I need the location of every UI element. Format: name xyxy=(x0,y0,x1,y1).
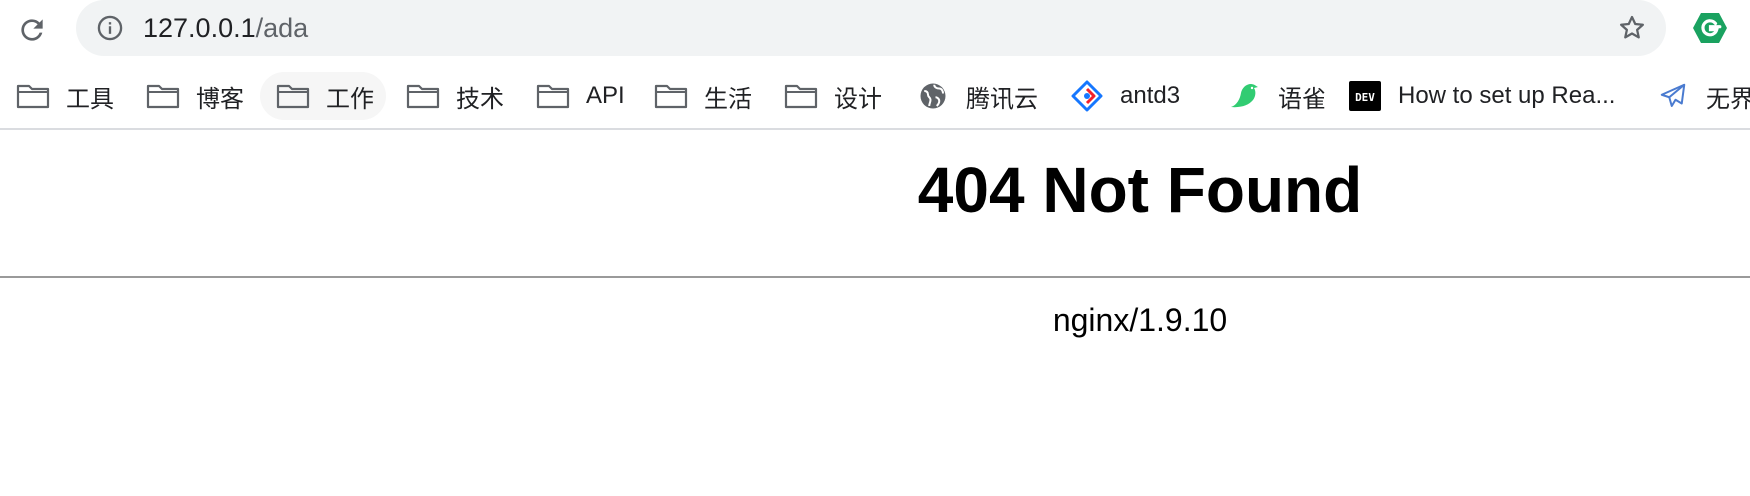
server-signature: nginx/1.9.10 xyxy=(1052,302,1228,338)
bookmark-label: 技术 xyxy=(456,85,504,113)
info-icon[interactable] xyxy=(96,14,124,42)
svg-text:DEV: DEV xyxy=(1355,91,1375,104)
bookmark-label: 工具 xyxy=(66,85,114,113)
bookmark-dev-article[interactable]: DEV How to set up Rea... xyxy=(1332,72,1627,120)
url-text[interactable]: 127.0.0.1/ada xyxy=(143,0,308,56)
browser-toolbar: 127.0.0.1/ada xyxy=(0,0,1750,64)
paper-plane-icon xyxy=(1656,81,1690,111)
url-host: 127.0.0.1 xyxy=(143,13,256,43)
bookmark-label: How to set up Rea... xyxy=(1398,82,1616,109)
bookmark-tech[interactable]: 技术 xyxy=(390,72,516,120)
bookmark-label: 无界 xyxy=(1706,85,1750,113)
folder-icon xyxy=(406,81,440,111)
yuque-bird-icon xyxy=(1228,81,1262,111)
page-heading: 404 Not Found xyxy=(917,154,1363,226)
globe-icon xyxy=(916,81,950,111)
bookmark-tools[interactable]: 工具 xyxy=(0,72,126,120)
folder-icon xyxy=(146,81,180,111)
bookmark-label: 语雀 xyxy=(1278,85,1326,113)
folder-icon xyxy=(784,81,818,111)
folder-icon xyxy=(536,81,570,111)
bookmark-label: antd3 xyxy=(1120,82,1181,109)
bookmark-antd3[interactable]: antd3 xyxy=(1054,72,1192,120)
folder-icon xyxy=(16,81,50,111)
folder-icon xyxy=(276,81,310,111)
toolbar-divider xyxy=(0,128,1750,130)
bookmark-label: 设计 xyxy=(834,85,882,113)
bookmark-wujie[interactable]: 无界 xyxy=(1640,72,1750,120)
bookmark-tencent-cloud[interactable]: 腾讯云 xyxy=(900,72,1050,120)
grammarly-extension-icon[interactable] xyxy=(1690,10,1730,46)
address-bar[interactable]: 127.0.0.1/ada xyxy=(76,0,1666,56)
bookmark-label: API xyxy=(586,82,625,109)
bookmark-blog[interactable]: 博客 xyxy=(130,72,256,120)
antd-logo-icon xyxy=(1070,80,1104,112)
bookmarks-bar: 工具 博客 工作 技术 API 生活 设计 腾讯云 antd3 语雀 DEV H… xyxy=(0,72,1750,128)
bookmark-yuque[interactable]: 语雀 xyxy=(1212,72,1338,120)
bookmark-api[interactable]: API xyxy=(520,72,637,120)
bookmark-star-icon[interactable] xyxy=(1616,12,1648,44)
bookmark-life[interactable]: 生活 xyxy=(638,72,764,120)
bookmark-label: 腾讯云 xyxy=(966,85,1038,113)
bookmark-label: 工作 xyxy=(326,85,374,113)
reload-button[interactable] xyxy=(12,10,52,50)
folder-icon xyxy=(654,81,688,111)
bookmark-work[interactable]: 工作 xyxy=(260,72,386,120)
bookmark-label: 生活 xyxy=(704,85,752,113)
url-path: /ada xyxy=(255,13,309,43)
bookmark-label: 博客 xyxy=(196,85,244,113)
reload-icon xyxy=(21,19,43,41)
horizontal-rule xyxy=(0,276,1750,278)
dev-logo-icon: DEV xyxy=(1348,81,1382,111)
bookmark-design[interactable]: 设计 xyxy=(768,72,894,120)
